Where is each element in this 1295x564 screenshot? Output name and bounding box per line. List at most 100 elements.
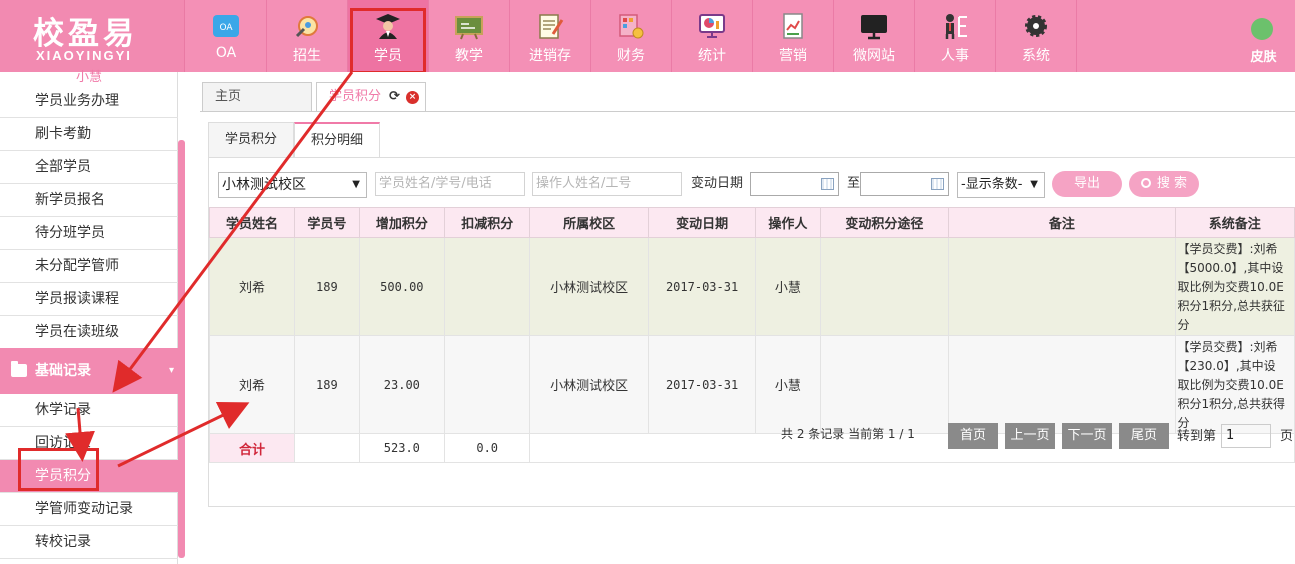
col-header-added-points[interactable]: 增加积分 [358,207,446,238]
operator-search-input[interactable]: 操作人姓名/工号 [532,172,682,196]
page-suffix-label: 页 [1280,429,1294,444]
sidebar-item-suspension-records[interactable]: 休学记录 [0,394,178,427]
sidebar-item-pending-class[interactable]: 待分班学员 [0,217,178,250]
rows-per-page-value: -显示条数- [961,177,1023,192]
cell-student-no: 189 [294,237,360,336]
subtab-points-detail[interactable]: 积分明细 [294,122,380,158]
rows-per-page-select[interactable]: -显示条数- ▼ [957,172,1045,198]
sidebar-item-student-points[interactable]: 学员积分 [0,448,178,493]
skin-gear-icon [1251,18,1273,40]
sidebar-item-new-enrollment[interactable]: 新学员报名 [0,184,178,217]
cell-system-remark: 【学员交费】:刘希 【5000.0】,其中设 取比例为交费10.0E 积分1积分… [1174,237,1295,336]
teaching-icon [455,16,483,40]
cell-added-points: 23.00 [358,335,446,434]
last-page-button[interactable]: 尾页 [1119,423,1169,449]
nav-label: 系统 [1022,48,1050,64]
cell-remark [948,335,1176,434]
chevron-down-icon: ▼ [1030,179,1038,190]
nav-enrollment[interactable]: 招生 [267,0,348,72]
points-detail-panel: 小林测试校区 ▼ 学员姓名/学号/电话 操作人姓名/工号 变动日期 至 -显示条… [208,157,1295,507]
page-number-input[interactable]: 1 [1221,424,1271,448]
sidebar-item-current-classes[interactable]: 学员在读班级 [0,316,178,349]
nav-oa[interactable]: OA OA [186,0,267,72]
col-header-remark[interactable]: 备注 [948,207,1176,238]
highlight-box [18,448,99,491]
tab-divider [200,111,1295,112]
cell-operator: 小慧 [755,237,821,336]
system-remark-line: 积分1积分,总共获得 [1177,397,1285,411]
nav-student[interactable]: 学员 [348,0,429,74]
sidebar-item-student-business[interactable]: 学员业务办理 [0,85,178,118]
calendar-icon[interactable] [931,178,944,190]
highlight-box [350,8,426,74]
sidebar: 小慧 学员业务办理 刷卡考勤 全部学员 新学员报名 待分班学员 未分配学管师 学… [0,70,182,564]
pagination: 共 2 条记录 当前第 1 / 1 首页 上一页 下一页 尾页 转到第 1 页 [209,420,1295,450]
cell-change-way [819,237,950,336]
col-header-change-way[interactable]: 变动积分途径 [819,207,950,238]
subtab-student-points[interactable]: 学员积分 [208,122,294,158]
cell-remark [948,237,1176,336]
statistics-icon [699,14,725,38]
tab-home[interactable]: 主页 [202,82,312,112]
campus-select[interactable]: 小林测试校区 ▼ [218,172,367,198]
nav-label: 统计 [698,48,726,64]
table-row[interactable]: 刘希 189 23.00 小林测试校区 2017-03-31 小慧 【学员交费】… [208,335,1295,434]
nav-marketing[interactable]: 营销 [753,0,834,72]
microsite-icon [861,15,887,40]
reload-icon[interactable]: ⟳ [389,83,400,111]
col-header-deducted-points[interactable]: 扣减积分 [444,207,531,238]
nav-teaching[interactable]: 教学 [429,0,510,72]
nav-label: 人事 [941,48,969,64]
col-header-change-date[interactable]: 变动日期 [648,207,757,238]
goto-label: 转到第 [1177,429,1217,444]
chevron-down-icon: ▼ [352,179,360,190]
sidebar-item-all-students[interactable]: 全部学员 [0,151,178,184]
nav-label: 进销存 [529,48,571,64]
table-header-row: 学员姓名 学员号 增加积分 扣减积分 所属校区 变动日期 操作人 变动积分途径 … [208,207,1295,238]
table-row[interactable]: 刘希 189 500.00 小林测试校区 2017-03-31 小慧 【学员交费… [208,237,1295,336]
sidebar-scrollbar[interactable] [178,140,185,558]
end-date-input[interactable] [860,172,949,196]
skin-button[interactable]: 皮肤 [1232,0,1295,72]
sidebar-item-enrolled-courses[interactable]: 学员报读课程 [0,283,178,316]
export-button[interactable]: 导出 [1052,171,1122,197]
col-header-operator[interactable]: 操作人 [755,207,821,238]
first-page-button[interactable]: 首页 [948,423,998,449]
nav-finance[interactable]: 财务 [591,0,672,72]
start-date-input[interactable] [750,172,839,196]
nav-statistics[interactable]: 统计 [672,0,753,72]
sidebar-item-unassigned-manager[interactable]: 未分配学管师 [0,250,178,283]
col-header-student-no[interactable]: 学员号 [294,207,360,238]
search-button[interactable]: 搜 索 [1129,171,1199,197]
hr-icon [945,14,967,39]
system-gear-icon [1025,15,1047,37]
col-header-campus[interactable]: 所属校区 [529,207,650,238]
nav-microsite[interactable]: 微网站 [834,0,915,72]
nav-system[interactable]: 系统 [996,0,1077,72]
nav-label: OA [215,45,237,61]
cell-student-name: 刘希 [208,237,296,336]
sidebar-item-transfer-records[interactable]: 转校记录 [0,526,178,559]
system-remark-line: 取比例为交费10.0E [1177,378,1284,392]
system-remark-line: 【学员交费】:刘希 [1177,242,1278,256]
col-header-system-remark[interactable]: 系统备注 [1174,207,1295,238]
tab-student-points[interactable]: 学员积分 ⟳ × [316,82,426,112]
close-icon[interactable]: × [406,91,419,104]
system-remark-line: 分 [1177,318,1190,332]
nav-hr[interactable]: 人事 [915,0,996,72]
col-header-student-name[interactable]: 学员姓名 [208,207,296,238]
enrollment-icon [295,16,318,38]
nav-label: 营销 [779,48,807,64]
student-search-input[interactable]: 学员姓名/学号/电话 [375,172,525,196]
sidebar-item-card-attendance[interactable]: 刷卡考勤 [0,118,178,151]
system-remark-line: 积分1积分,总共获征 [1177,299,1285,313]
nav-inventory[interactable]: 进销存 [510,0,591,72]
calendar-icon[interactable] [821,178,834,190]
sidebar-group-basic-records[interactable]: 基础记录 ▾ [0,348,182,394]
sidebar-item-manager-change-records[interactable]: 学管师变动记录 [0,493,178,526]
cell-deducted-points [444,335,531,434]
campus-select-value: 小林测试校区 [222,177,306,193]
next-page-button[interactable]: 下一页 [1062,423,1112,449]
prev-page-button[interactable]: 上一页 [1005,423,1055,449]
app-window: 校盈易 XIAOYINGYI OA OA 招生 学员 教学 进销存 财务 统计 … [0,0,1295,564]
